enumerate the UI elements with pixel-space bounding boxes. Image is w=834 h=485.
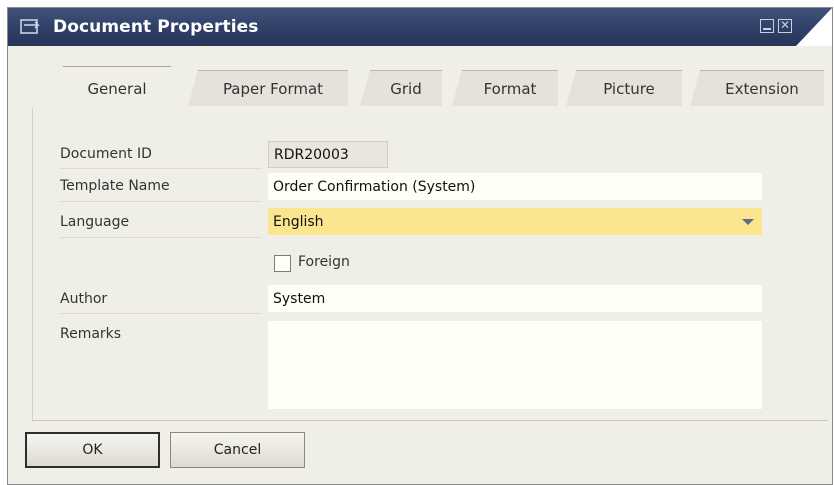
remarks-field[interactable]	[268, 321, 762, 409]
minimize-icon[interactable]	[760, 19, 774, 33]
remarks-label: Remarks	[60, 326, 122, 342]
author-value: System	[273, 290, 326, 307]
window-title: Document Properties	[53, 17, 259, 37]
row-divider	[60, 237, 262, 238]
tab-label: Format	[483, 79, 537, 98]
tab-label: Grid	[390, 79, 422, 98]
row-divider	[60, 201, 262, 202]
template-name-value: Order Confirmation (System)	[273, 178, 476, 195]
title-bar-corner	[796, 8, 832, 46]
cancel-button-label: Cancel	[213, 442, 262, 458]
document-id-label: Document ID	[60, 146, 152, 162]
template-name-field[interactable]: Order Confirmation (System)	[268, 173, 762, 200]
row-divider	[60, 168, 262, 169]
language-value: English	[273, 213, 324, 230]
author-label: Author	[60, 291, 108, 307]
document-properties-window: Document Properties ✕ General Paper Form…	[7, 7, 833, 485]
tab-label: General	[87, 79, 147, 98]
tab-strip: General Paper Format Grid Format Picture…	[18, 66, 827, 110]
tab-paper-format[interactable]: Paper Format	[198, 70, 348, 106]
language-label: Language	[60, 214, 130, 230]
ok-button-label: OK	[82, 442, 103, 458]
ok-button[interactable]: OK	[25, 432, 160, 468]
tab-label: Extension	[725, 79, 799, 98]
foreign-label[interactable]: Foreign	[298, 254, 350, 270]
cancel-button[interactable]: Cancel	[170, 432, 305, 468]
tab-general[interactable]: General	[63, 66, 171, 110]
close-icon[interactable]: ✕	[778, 19, 792, 33]
tab-extension[interactable]: Extension	[700, 70, 824, 106]
language-select[interactable]: English	[268, 208, 762, 235]
tab-grid[interactable]: Grid	[370, 70, 442, 106]
dropdown-arrow-icon[interactable]	[742, 219, 754, 225]
window-icon	[20, 19, 40, 35]
foreign-checkbox[interactable]	[274, 255, 291, 272]
document-id-field: RDR20003	[268, 141, 388, 168]
tab-label: Picture	[603, 79, 655, 98]
title-bar[interactable]: Document Properties ✕	[8, 8, 832, 46]
tab-label: Paper Format	[222, 79, 324, 98]
author-field[interactable]: System	[268, 285, 762, 312]
row-divider	[60, 313, 262, 314]
document-id-value: RDR20003	[274, 146, 349, 163]
tab-picture[interactable]: Picture	[576, 70, 682, 106]
template-name-label: Template Name	[60, 178, 170, 194]
tab-format[interactable]: Format	[462, 70, 558, 106]
